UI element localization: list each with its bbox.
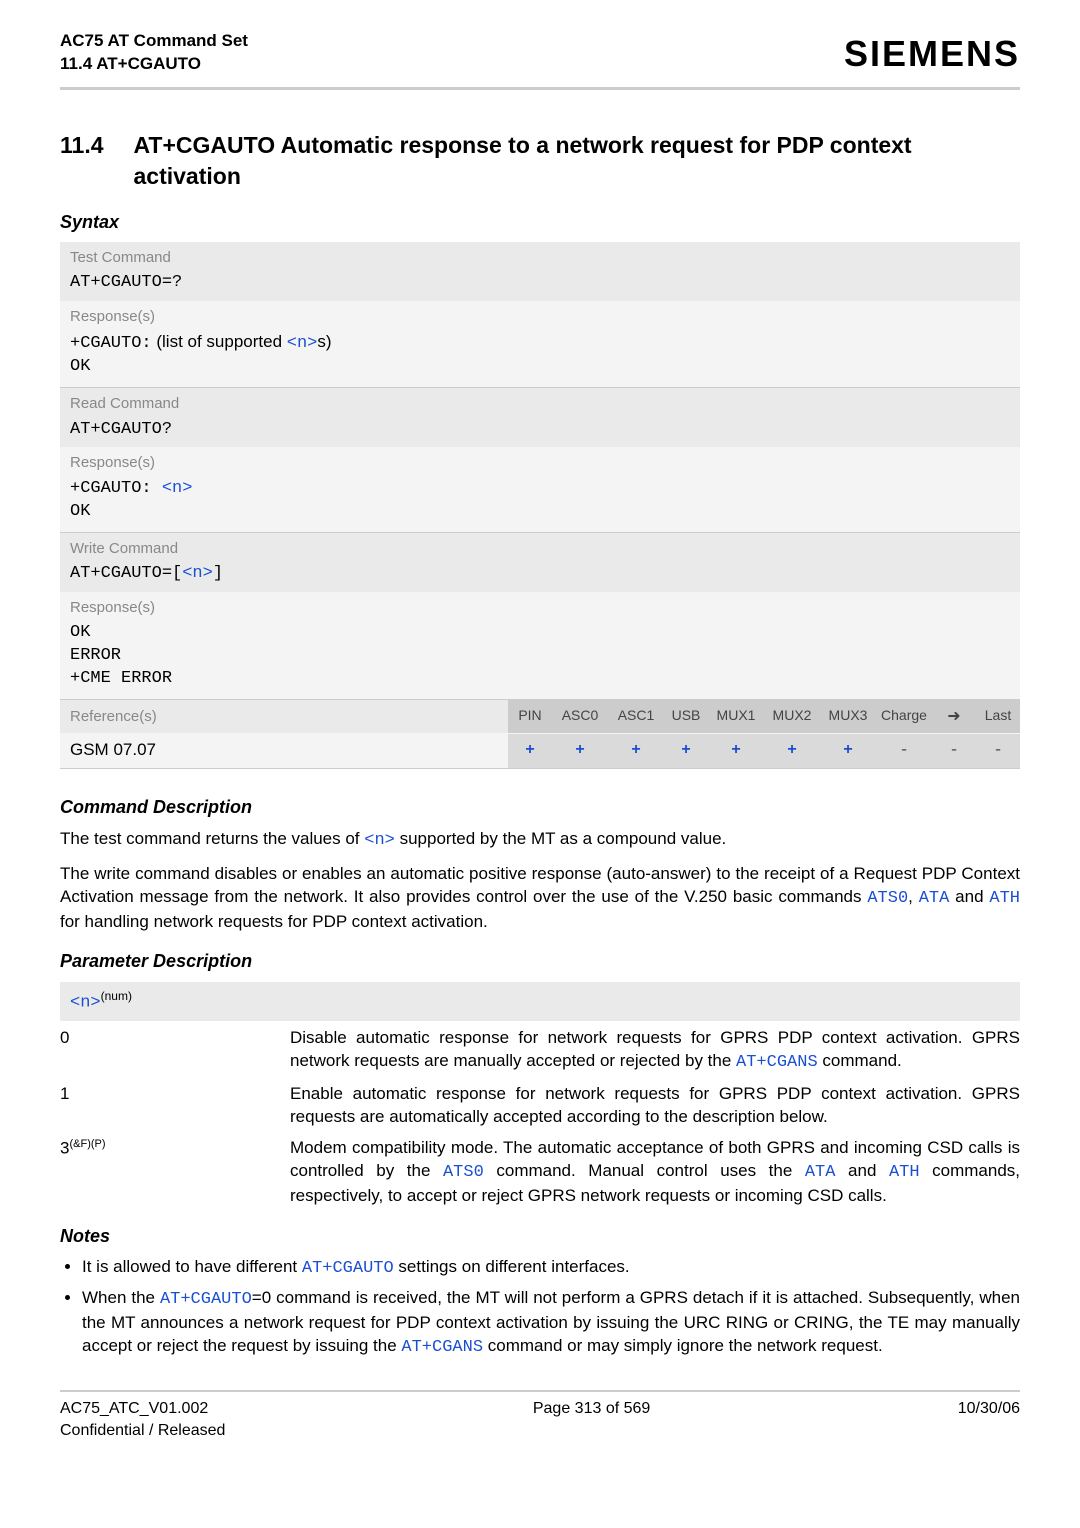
doc-title: AC75 AT Command Set (60, 30, 248, 53)
doc-subtitle: 11.4 AT+CGAUTO (60, 53, 248, 76)
reference-name: GSM 07.07 (60, 733, 508, 768)
param-key-0: 0 (60, 1027, 290, 1050)
references-label: Reference(s) (60, 701, 508, 733)
reference-columns: PIN ASC0 ASC1 USB MUX1 MUX2 MUX3 Charge … (508, 700, 1020, 734)
param-n-bar: <n>(num) (60, 982, 1020, 1022)
reference-values: + + + + + + + - - - (508, 734, 1020, 768)
param-row-3: 3(&F)(P) Modem compatibility mode. The a… (60, 1137, 1020, 1208)
read-response-text: +CGAUTO: <n> OK (60, 476, 1020, 532)
command-description-heading: Command Description (60, 795, 1020, 819)
param-key-3: 3(&F)(P) (60, 1137, 290, 1161)
page-header: AC75 AT Command Set 11.4 AT+CGAUTO SIEME… (60, 30, 1020, 79)
reference-value-row: GSM 07.07 + + + + + + + - - - (60, 733, 1020, 769)
note-2: When the AT+CGAUTO=0 command is received… (82, 1287, 1020, 1360)
parameter-description-heading: Parameter Description (60, 949, 1020, 973)
footer-left2: Confidential / Released (60, 1420, 225, 1442)
cmd-desc-p1: The test command returns the values of <… (60, 828, 1020, 853)
param-row-0: 0 Disable automatic response for network… (60, 1027, 1020, 1075)
write-command-label: Write Command (60, 533, 1020, 561)
siemens-logo: SIEMENS (844, 30, 1020, 79)
notes-list: It is allowed to have different AT+CGAUT… (60, 1256, 1020, 1360)
write-command-text: AT+CGAUTO=[<n>] (60, 561, 1020, 592)
param-desc-0: Disable automatic response for network r… (290, 1027, 1020, 1075)
read-command-label: Read Command (60, 388, 1020, 416)
test-command-text: AT+CGAUTO=? (60, 270, 1020, 301)
param-row-1: 1 Enable automatic response for network … (60, 1083, 1020, 1129)
read-command-block: Read Command AT+CGAUTO? Response(s) +CGA… (60, 388, 1020, 532)
read-command-text: AT+CGAUTO? (60, 417, 1020, 448)
note-1: It is allowed to have different AT+CGAUT… (82, 1256, 1020, 1281)
param-desc-1: Enable automatic response for network re… (290, 1083, 1020, 1129)
write-response-text: OK ERROR +CME ERROR (60, 620, 1020, 699)
test-response-text: +CGAUTO: (list of supported <n>s) OK (60, 329, 1020, 387)
reference-header-row: Reference(s) PIN ASC0 ASC1 USB MUX1 MUX2… (60, 700, 1020, 734)
test-responses-label: Response(s) (60, 301, 1020, 329)
footer-center: Page 313 of 569 (533, 1398, 650, 1441)
section-title: AT+CGAUTO Automatic response to a networ… (134, 130, 1021, 192)
footer-right: 10/30/06 (958, 1398, 1020, 1441)
page-footer: AC75_ATC_V01.002 Confidential / Released… (60, 1390, 1020, 1441)
notes-heading: Notes (60, 1224, 1020, 1248)
syntax-heading: Syntax (60, 210, 1020, 234)
header-divider (60, 87, 1020, 90)
arrow-icon: ➜ (932, 700, 976, 734)
param-key-1: 1 (60, 1083, 290, 1106)
test-command-block: Test Command AT+CGAUTO=? Response(s) +CG… (60, 242, 1020, 388)
param-desc-3: Modem compatibility mode. The automatic … (290, 1137, 1020, 1208)
write-responses-label: Response(s) (60, 592, 1020, 620)
footer-left: AC75_ATC_V01.002 (60, 1398, 225, 1420)
test-command-label: Test Command (60, 242, 1020, 270)
write-command-block: Write Command AT+CGAUTO=[<n>] Response(s… (60, 533, 1020, 700)
cmd-desc-p2: The write command disables or enables an… (60, 863, 1020, 934)
section-number: 11.4 (60, 130, 104, 161)
read-responses-label: Response(s) (60, 447, 1020, 475)
